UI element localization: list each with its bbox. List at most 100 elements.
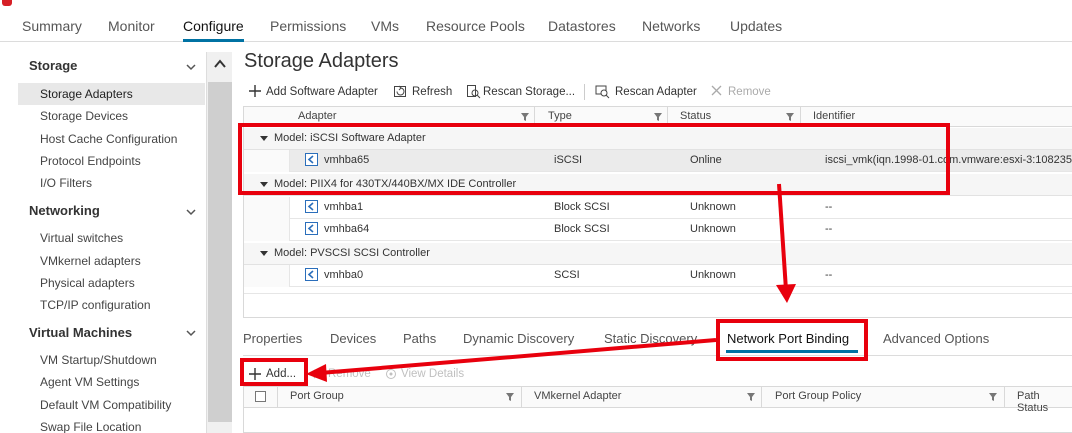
- collapse-triangle-icon[interactable]: [260, 251, 268, 256]
- rescan-adapter-button[interactable]: Rescan Adapter: [595, 84, 697, 100]
- tab-resource-pools[interactable]: Resource Pools: [426, 18, 525, 42]
- tab-static-discovery[interactable]: Static Discovery: [604, 331, 697, 346]
- identifier-cell: --: [825, 269, 833, 281]
- tab-networks[interactable]: Networks: [642, 18, 700, 42]
- column-header-path-status[interactable]: Path Status: [1017, 390, 1072, 414]
- filter-icon[interactable]: [505, 392, 515, 402]
- tab-vms[interactable]: VMs: [371, 18, 399, 42]
- scrollbar-thumb[interactable]: [208, 82, 232, 422]
- adapter-cell: vmhba1: [324, 201, 364, 213]
- rescan-adapter-icon: [595, 85, 610, 99]
- storage-adapter-icon: [305, 268, 318, 281]
- close-icon: [313, 369, 323, 379]
- sidebar-item-default-vm-compatibility[interactable]: Default VM Compatibility: [18, 394, 205, 416]
- plus-icon: [249, 85, 261, 97]
- top-tab-bar: Summary Monitor Configure Permissions VM…: [0, 0, 1072, 42]
- sidebar-item-vm-startup-shutdown[interactable]: VM Startup/Shutdown: [18, 349, 205, 371]
- sidebar-item-swap-file-location[interactable]: Swap File Location: [18, 416, 205, 433]
- rescan-storage-icon: [467, 85, 481, 99]
- table-footer-divider: [244, 293, 1072, 294]
- filter-icon[interactable]: [988, 392, 998, 402]
- table-row[interactable]: vmhba0 SCSI Unknown --: [244, 265, 1072, 287]
- group-row[interactable]: Model: PVSCSI SCSI Controller: [244, 243, 1072, 265]
- remove-button[interactable]: Remove: [710, 84, 771, 100]
- chevron-down-icon[interactable]: [184, 205, 198, 219]
- tab-devices[interactable]: Devices: [330, 331, 376, 346]
- add-software-adapter-button[interactable]: Add Software Adapter: [248, 84, 378, 100]
- filter-icon[interactable]: [746, 392, 756, 402]
- sidebar-item-protocol-endpoints[interactable]: Protocol Endpoints: [18, 150, 205, 172]
- view-details-icon: [386, 369, 396, 379]
- column-header-identifier[interactable]: Identifier: [813, 110, 855, 122]
- sidebar-item-tcpip-configuration[interactable]: TCP/IP configuration: [18, 294, 205, 316]
- toolbar-separator: [584, 84, 585, 100]
- filter-icon[interactable]: [653, 112, 663, 122]
- section-networking[interactable]: Networking: [29, 203, 100, 218]
- chevron-down-icon[interactable]: [184, 326, 198, 340]
- row-gutter: [244, 219, 290, 241]
- chevron-up-icon[interactable]: [212, 56, 228, 72]
- section-virtual-machines[interactable]: Virtual Machines: [29, 325, 132, 340]
- remove-label: Remove: [728, 86, 771, 98]
- section-storage[interactable]: Storage: [29, 58, 77, 73]
- annotation-highlight-box: [716, 319, 868, 361]
- type-cell: SCSI: [554, 269, 580, 281]
- sidebar-scrollbar[interactable]: [206, 52, 232, 433]
- tab-properties[interactable]: Properties: [243, 331, 302, 346]
- row-gutter: [244, 197, 290, 219]
- status-cell: Unknown: [690, 269, 736, 281]
- sidebar-item-vmkernel-adapters[interactable]: VMkernel adapters: [18, 250, 205, 272]
- rescan-storage-label: Rescan Storage...: [483, 86, 576, 98]
- vmware-logo-icon: [2, 0, 12, 6]
- type-cell: Block SCSI: [554, 201, 610, 213]
- annotation-highlight-box: [238, 123, 950, 195]
- adapter-cell: vmhba0: [324, 269, 364, 281]
- filter-icon[interactable]: [520, 112, 530, 122]
- column-header-port-group-policy[interactable]: Port Group Policy: [775, 390, 861, 402]
- tab-paths[interactable]: Paths: [403, 331, 436, 346]
- rescan-storage-button[interactable]: Rescan Storage...: [466, 84, 575, 100]
- column-divider[interactable]: [277, 387, 278, 407]
- identifier-cell: --: [825, 223, 833, 235]
- refresh-button[interactable]: Refresh: [393, 84, 452, 100]
- page-title: Storage Adapters: [244, 50, 399, 72]
- tab-configure[interactable]: Configure: [183, 18, 244, 42]
- sidebar-item-host-cache-configuration[interactable]: Host Cache Configuration: [18, 128, 205, 150]
- sidebar-item-io-filters[interactable]: I/O Filters: [18, 172, 205, 194]
- tab-advanced-options[interactable]: Advanced Options: [883, 331, 989, 346]
- annotation-highlight-box: [240, 358, 308, 386]
- sidebar-item-physical-adapters[interactable]: Physical adapters: [18, 272, 205, 294]
- type-cell: Block SCSI: [554, 223, 610, 235]
- port-binding-table: Port Group VMkernel Adapter Port Group P…: [243, 386, 1072, 433]
- remove-port-binding-button[interactable]: Remove: [312, 366, 371, 382]
- column-divider[interactable]: [1004, 387, 1005, 407]
- tab-updates[interactable]: Updates: [730, 18, 782, 42]
- filter-icon[interactable]: [785, 112, 795, 122]
- adapter-cell: vmhba64: [324, 223, 370, 235]
- column-header-status[interactable]: Status: [680, 110, 711, 122]
- sidebar-item-storage-adapters[interactable]: Storage Adapters: [18, 83, 205, 105]
- group-label: Model: PVSCSI SCSI Controller: [274, 247, 430, 259]
- status-cell: Unknown: [690, 201, 736, 213]
- column-header-port-group[interactable]: Port Group: [290, 390, 344, 402]
- column-divider[interactable]: [521, 387, 522, 407]
- sidebar-item-agent-vm-settings[interactable]: Agent VM Settings: [18, 371, 205, 393]
- sidebar-item-virtual-switches[interactable]: Virtual switches: [18, 227, 205, 249]
- chevron-down-icon[interactable]: [184, 60, 198, 74]
- refresh-icon: [394, 85, 406, 97]
- tab-datastores[interactable]: Datastores: [548, 18, 616, 42]
- column-divider[interactable]: [761, 387, 762, 407]
- column-header-vmkernel-adapter[interactable]: VMkernel Adapter: [534, 390, 621, 402]
- tab-permissions[interactable]: Permissions: [270, 18, 346, 42]
- column-header-type[interactable]: Type: [548, 110, 572, 122]
- table-row[interactable]: vmhba64 Block SCSI Unknown --: [244, 219, 1072, 241]
- tab-monitor[interactable]: Monitor: [108, 18, 155, 42]
- select-all-checkbox[interactable]: [255, 391, 266, 402]
- view-details-button[interactable]: View Details: [385, 366, 464, 382]
- sidebar-item-storage-devices[interactable]: Storage Devices: [18, 105, 205, 127]
- tab-summary[interactable]: Summary: [22, 18, 82, 42]
- tab-dynamic-discovery[interactable]: Dynamic Discovery: [463, 331, 574, 346]
- table-row[interactable]: vmhba1 Block SCSI Unknown --: [244, 197, 1072, 219]
- status-cell: Unknown: [690, 223, 736, 235]
- column-header-adapter[interactable]: Adapter: [298, 110, 337, 122]
